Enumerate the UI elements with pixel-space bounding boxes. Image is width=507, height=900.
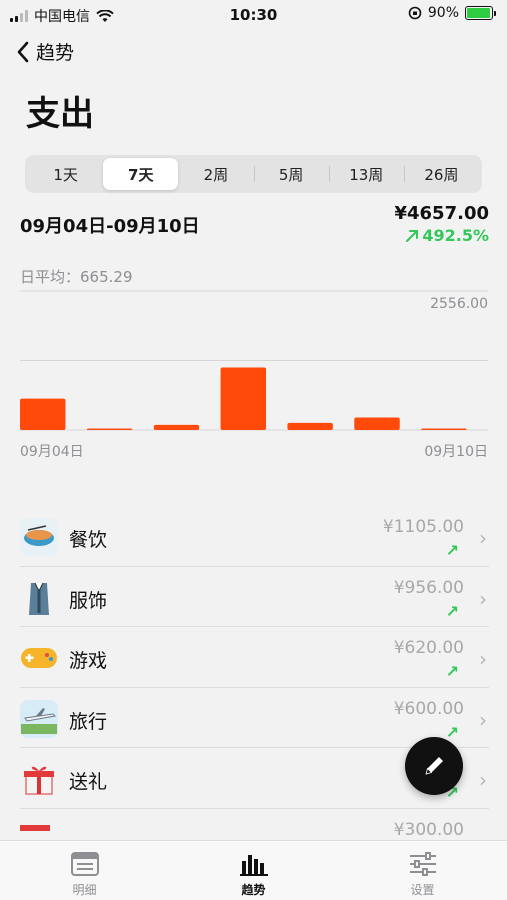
category-label: 送礼 [69, 771, 108, 793]
category-label: 餐饮 [69, 529, 108, 551]
chevron-left-icon [17, 41, 29, 62]
category-amount: ¥300.00 [393, 819, 464, 837]
chart-max-label: 2556.00 [430, 296, 488, 312]
tab-details[interactable]: 明细 [0, 841, 169, 900]
trend-up-icon [406, 229, 419, 242]
chevron-right-icon: › [479, 768, 487, 792]
partial-icon [20, 821, 58, 837]
chart-bar [220, 367, 267, 430]
pencil-icon [425, 757, 443, 775]
segment-5-weeks[interactable]: 5周 [253, 158, 329, 190]
chart-bar [354, 417, 400, 430]
category-amount: ¥1105.00 [382, 517, 464, 537]
list-icon [70, 852, 99, 876]
tab-settings[interactable]: 设置 [338, 841, 507, 900]
tab-label: 明细 [72, 883, 97, 897]
chevron-right-icon: › [479, 586, 487, 611]
airplane-icon [20, 699, 58, 738]
back-label: 趋势 [36, 42, 75, 64]
bar-chart-icon [239, 855, 268, 876]
date-range: 09月04日-09月10日 [20, 216, 200, 237]
tab-trends[interactable]: 趋势 [169, 841, 338, 900]
chevron-right-icon: › [479, 647, 487, 671]
trend-up-icon: ↗ [445, 601, 459, 621]
back-button[interactable]: 趋势 [16, 38, 74, 65]
tab-label: 趋势 [241, 883, 266, 897]
category-row-games[interactable]: 游戏 ¥620.00 ↗ › [20, 627, 489, 688]
category-label: 旅行 [69, 710, 108, 733]
page-title: 支出 [26, 94, 94, 134]
chart-bar [86, 428, 133, 430]
battery-percent: 90% [427, 5, 459, 21]
add-record-button[interactable] [405, 737, 463, 795]
chart-x-start-label: 09月04日 [20, 444, 84, 460]
orientation-lock-icon [408, 6, 422, 20]
tab-label: 设置 [410, 883, 435, 897]
status-bar: 中国电信 10:30 90% [0, 0, 507, 30]
trend-up-icon: ↗ [445, 722, 459, 742]
tab-bar: 明细 趋势 设置 [0, 840, 507, 900]
clothing-icon [20, 579, 58, 617]
category-amount: ¥600.00 [393, 698, 464, 719]
trend-up-icon: ↗ [445, 662, 459, 681]
chevron-right-icon: › [479, 526, 487, 550]
chart-bar [287, 422, 333, 430]
category-row-clothing[interactable]: 服饰 ¥956.00 ↗ › [20, 567, 489, 627]
period-segmented-control: 1天 7天 2周 5周 13周 26周 [25, 155, 482, 193]
chevron-right-icon: › [479, 707, 487, 732]
category-amount: ¥620.00 [393, 638, 464, 658]
battery-icon [465, 6, 496, 20]
chart-x-end-label: 09月10日 [424, 444, 488, 460]
chart-bar [20, 398, 66, 430]
chart-bar [421, 428, 467, 430]
sliders-icon [409, 852, 436, 876]
status-right: 90% [408, 5, 496, 21]
change-indicator: 492.5% [404, 226, 489, 245]
gamepad-icon [20, 639, 58, 677]
expense-bar-chart: 2556.00 09月04日 09月10日 [20, 290, 488, 460]
segment-7-days[interactable]: 7天 [103, 158, 179, 190]
gift-icon [20, 760, 58, 798]
category-label: 服饰 [69, 589, 108, 612]
category-row-partial[interactable]: ¥300.00 [20, 809, 489, 837]
category-row-travel[interactable]: 旅行 ¥600.00 ↗ › [20, 688, 489, 748]
chart-bar [153, 424, 200, 430]
food-bowl-icon [20, 518, 58, 556]
daily-average: 日平均：665.29 [20, 268, 133, 286]
segment-1-day[interactable]: 1天 [28, 158, 103, 190]
segment-13-weeks[interactable]: 13周 [328, 158, 404, 190]
total-amount: ¥4657.00 [394, 203, 489, 224]
segment-26-weeks[interactable]: 26周 [403, 158, 479, 190]
category-amount: ¥956.00 [393, 577, 464, 598]
category-label: 游戏 [69, 650, 108, 672]
category-row-food[interactable]: 餐饮 ¥1105.00 ↗ › [20, 506, 489, 567]
trend-up-icon: ↗ [445, 541, 459, 560]
segment-2-weeks[interactable]: 2周 [178, 158, 253, 190]
change-percent: 492.5% [422, 226, 489, 245]
